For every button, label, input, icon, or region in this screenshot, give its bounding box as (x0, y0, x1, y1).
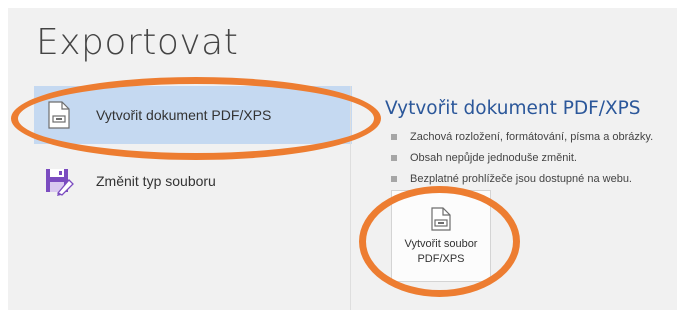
button-label: Vytvořit soubor PDF/XPS (404, 238, 478, 265)
description-list: Zachová rozložení, formátování, písma a … (391, 126, 653, 189)
bullet-marker (391, 154, 397, 161)
pdf-document-icon (44, 98, 74, 132)
backstage-export-page: Exportovat Vytvořit dokument PDF/XPS Změ… (8, 8, 677, 310)
list-item: Bezplatné prohlížeče jsou dostupné na we… (391, 168, 653, 189)
save-as-file-type-icon (44, 164, 74, 198)
bullet-marker (391, 133, 397, 140)
page-title: Exportovat (36, 22, 239, 63)
list-item: Zachová rozložení, formátování, písma a … (391, 126, 653, 147)
bullet-marker (391, 175, 397, 182)
sidebar-item-label: Vytvořit dokument PDF/XPS (96, 107, 272, 123)
create-pdf-xps-button[interactable]: Vytvořit soubor PDF/XPS (391, 190, 491, 282)
list-item: Obsah nepůjde jednoduše změnit. (391, 147, 653, 168)
sidebar-item-create-pdf-xps[interactable]: Vytvořit dokument PDF/XPS (34, 86, 352, 144)
section-title: Vytvořit dokument PDF/XPS (385, 98, 641, 119)
export-detail-pane: Vytvořit dokument PDF/XPS Zachová rozlož… (350, 86, 677, 310)
pdf-document-icon (431, 207, 451, 231)
export-options-list: Vytvořit dokument PDF/XPS Změnit typ sou… (34, 86, 352, 310)
sidebar-item-change-file-type[interactable]: Změnit typ souboru (34, 152, 352, 210)
sidebar-item-label: Změnit typ souboru (96, 173, 216, 189)
